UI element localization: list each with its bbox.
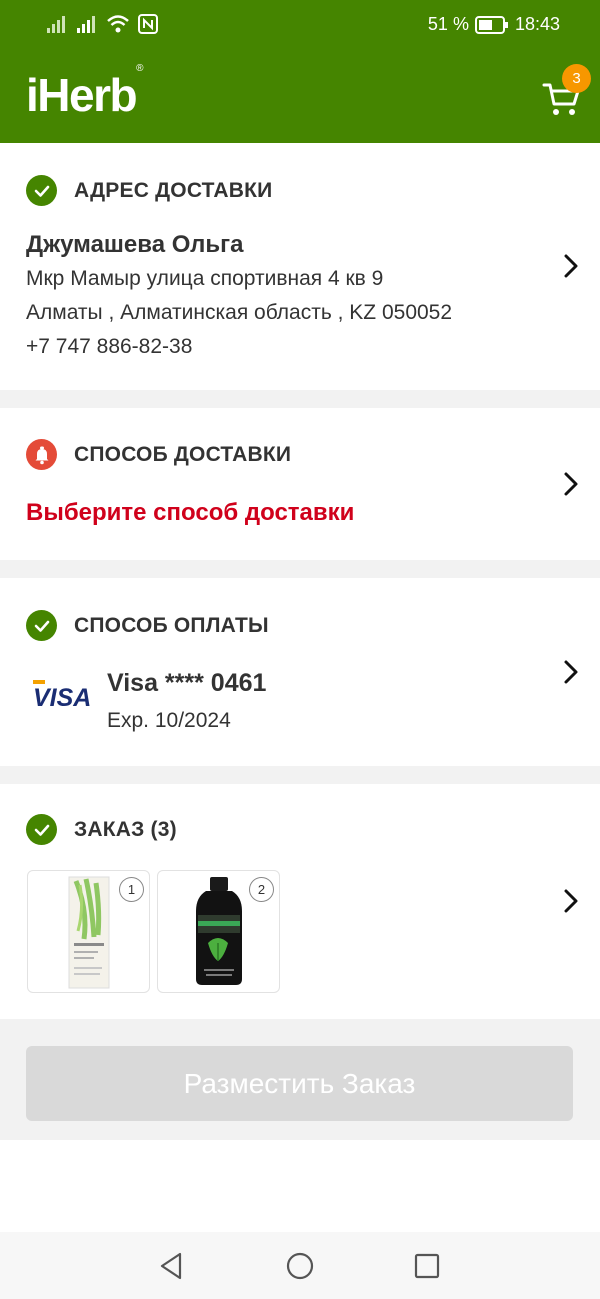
nfc-icon	[138, 14, 158, 34]
bell-alert-icon	[26, 439, 57, 470]
address-phone: +7 747 886-82-38	[26, 335, 193, 358]
clock: 18:43	[514, 14, 560, 34]
signal-icon	[47, 16, 65, 33]
status-bar: 51 % 18:43	[0, 0, 600, 52]
chevron-right-icon[interactable]	[560, 471, 582, 497]
payment-header: СПОСОБ ОПЛАТЫ	[26, 610, 269, 641]
payment-title: СПОСОБ ОПЛАТЫ	[74, 613, 269, 637]
address-header: АДРЕС ДОСТАВКИ	[26, 175, 272, 206]
address-street: Мкр Мамыр улица спортивная 4 кв 9	[26, 267, 384, 290]
back-icon[interactable]	[156, 1250, 188, 1282]
chevron-right-icon[interactable]	[560, 888, 582, 914]
wifi-icon	[107, 15, 129, 33]
choose-delivery-prompt[interactable]: Выберите способ доставки	[26, 499, 354, 527]
order-section[interactable]: ЗАКАЗ (3) 1 2	[0, 784, 600, 1019]
card-expiry: Exp. 10/2024	[107, 709, 231, 732]
battery-percent: 51 %	[427, 14, 469, 34]
system-navigation-bar	[0, 1232, 600, 1299]
place-order-button[interactable]: Разместить Заказ	[26, 1046, 573, 1121]
item-quantity-badge: 2	[249, 877, 274, 902]
order-title: ЗАКАЗ (3)	[74, 817, 177, 841]
check-icon	[26, 610, 57, 641]
delivery-title: СПОСОБ ДОСТАВКИ	[74, 442, 292, 466]
recents-icon[interactable]	[411, 1250, 443, 1282]
status-icons-right: 51 % 18:43	[428, 14, 560, 35]
bottom-spacer	[0, 1140, 600, 1232]
delivery-header: СПОСОБ ДОСТАВКИ	[26, 439, 291, 470]
item-quantity-badge: 1	[119, 877, 144, 902]
card-number: Visa **** 0461	[107, 669, 267, 697]
payment-method-section[interactable]: СПОСОБ ОПЛАТЫ VISA Visa **** 0461 Exp. 1…	[0, 578, 600, 766]
visa-swoosh	[33, 680, 45, 684]
cart-count-badge: 3	[562, 64, 591, 93]
battery-icon	[474, 15, 508, 34]
home-icon[interactable]	[284, 1250, 316, 1282]
check-icon	[26, 175, 57, 206]
chevron-right-icon[interactable]	[560, 659, 582, 685]
order-item-thumbnail[interactable]: 2	[157, 870, 280, 993]
address-title: АДРЕС ДОСТАВКИ	[74, 178, 273, 202]
signal-icon-2	[77, 16, 95, 33]
check-icon	[26, 814, 57, 845]
address-city: Алматы , Алматинская область , KZ 050052	[26, 301, 453, 324]
chevron-right-icon[interactable]	[560, 253, 582, 279]
visa-logo: VISA	[33, 680, 91, 713]
status-icons-left	[46, 14, 158, 34]
app-header: iHerb®	[0, 52, 600, 143]
iherb-logo[interactable]: iHerb®	[26, 63, 143, 122]
delivery-method-section[interactable]: СПОСОБ ДОСТАВКИ Выберите способ доставки	[0, 408, 600, 560]
order-item-thumbnail[interactable]: 1	[27, 870, 150, 993]
address-section[interactable]: АДРЕС ДОСТАВКИ Джумашева Ольга Мкр Мамыр…	[0, 143, 600, 390]
order-header: ЗАКАЗ (3)	[26, 814, 177, 845]
recipient-name: Джумашева Ольга	[26, 231, 244, 258]
